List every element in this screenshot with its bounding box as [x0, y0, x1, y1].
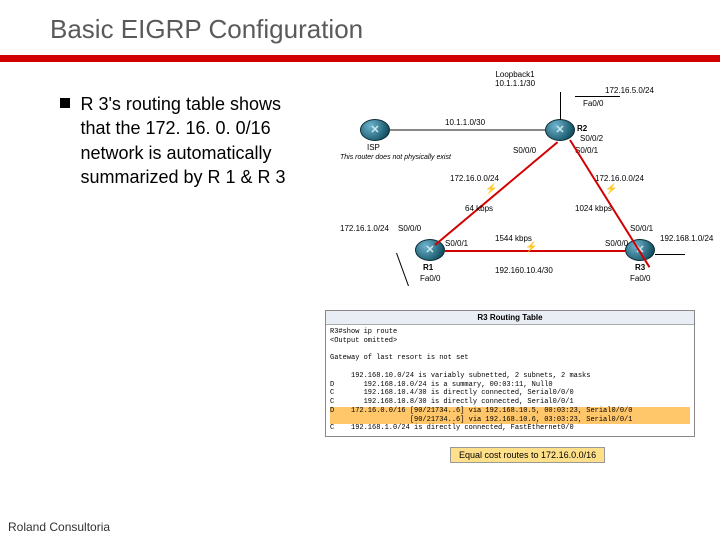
rt-cmd: R3#show ip route [330, 328, 397, 336]
page-title: Basic EIGRP Configuration [0, 0, 720, 55]
router-isp: ✕ [360, 119, 390, 141]
iface-r1-fa00: Fa0/0 [420, 274, 440, 283]
bolt-r1r3: ⚡ [525, 242, 537, 253]
net-isp-r2: 10.1.1.0/30 [445, 118, 485, 127]
iface-r2-s002: S0/0/2 [580, 134, 603, 143]
link-isp-r2 [390, 129, 545, 131]
accent-bar [0, 55, 720, 62]
bullet-icon [60, 98, 70, 108]
rt-l5: C 192.168.1.0/24 is directly connected, … [330, 424, 574, 432]
net-r3-lan: 192.168.1.0/24 [660, 234, 713, 243]
routing-table-body: R3#show ip route <Output omitted> Gatewa… [326, 325, 694, 436]
rt-l1: 192.168.10.0/24 is variably subnetted, 2… [330, 372, 590, 380]
rt-l2: D 192.168.10.0/24 is a summary, 00:03:11… [330, 381, 553, 389]
bw-left: 64 kbps [465, 204, 493, 213]
iface-r3-s000: S0/0/0 [605, 239, 628, 248]
loopback-label: Loopback1 10.1.1.1/30 [495, 70, 535, 88]
net-r1r3: 192.160.10.4/30 [495, 266, 553, 275]
net-r1r2: 172.16.0.0/24 [450, 174, 499, 183]
routing-table-header: R3 Routing Table [326, 311, 694, 325]
isp-note: This router does not physically exist [340, 154, 430, 161]
bullet-item: R 3's routing table shows that the 172. … [60, 92, 320, 189]
rt-gateway: Gateway of last resort is not set [330, 354, 469, 362]
label-r1: R1 [423, 263, 433, 272]
r2-fa00: Fa0/0 [583, 99, 603, 108]
network-diagram: Loopback1 10.1.1.1/30 172.16.5.0/24 ✕ IS… [325, 74, 695, 309]
bolt-r2r3: ⚡ [605, 184, 617, 195]
rt-hl2: [90/21734..6] via 192.168.10.6, 03:03:23… [330, 416, 690, 425]
net-r2r3: 172.16.0.0/24 [595, 174, 644, 183]
iface-r1-s001: S0/0/1 [445, 239, 468, 248]
footer-text: Roland Consultoria [8, 520, 110, 534]
r2-eth [575, 96, 620, 97]
content-area: R 3's routing table shows that the 172. … [0, 62, 720, 87]
r3-eth [655, 254, 685, 255]
r1-eth [396, 253, 409, 286]
rt-hl1: D 172.16.0.0/16 [90/21734..6] via 192.16… [330, 407, 690, 416]
iface-r1-s000: S0/0/0 [398, 224, 421, 233]
iface-r3-s001: S0/0/1 [630, 224, 653, 233]
bullet-text: R 3's routing table shows that the 172. … [80, 92, 310, 189]
bw-bottom: 1544 kbps [495, 234, 532, 243]
callout-box: Equal cost routes to 172.16.0.0/16 [450, 447, 605, 463]
iface-r2-s000: S0/0/0 [513, 146, 536, 155]
net-top-right: 172.16.5.0/24 [605, 86, 654, 95]
rt-omit: <Output omitted> [330, 337, 397, 345]
loopback-name: Loopback1 [495, 70, 535, 79]
label-isp: ISP [367, 143, 380, 152]
rt-l3: C 192.168.10.4/30 is directly connected,… [330, 389, 574, 397]
loopback-addr: 10.1.1.1/30 [495, 79, 535, 88]
iface-r3-fa00: Fa0/0 [630, 274, 650, 283]
routing-table: R3 Routing Table R3#show ip route <Outpu… [325, 310, 695, 437]
label-r3: R3 [635, 263, 645, 272]
rt-l4: C 192.168.10.8/30 is directly connected,… [330, 398, 574, 406]
bolt-r1r2: ⚡ [485, 184, 497, 195]
r2-loopback-line [560, 92, 561, 120]
net-r1-lan: 172.16.1.0/24 [340, 224, 389, 233]
label-r2: R2 [577, 124, 587, 133]
router-r1: ✕ [415, 239, 445, 261]
router-r2: ✕ [545, 119, 575, 141]
bw-right: 1024 kbps [575, 204, 612, 213]
